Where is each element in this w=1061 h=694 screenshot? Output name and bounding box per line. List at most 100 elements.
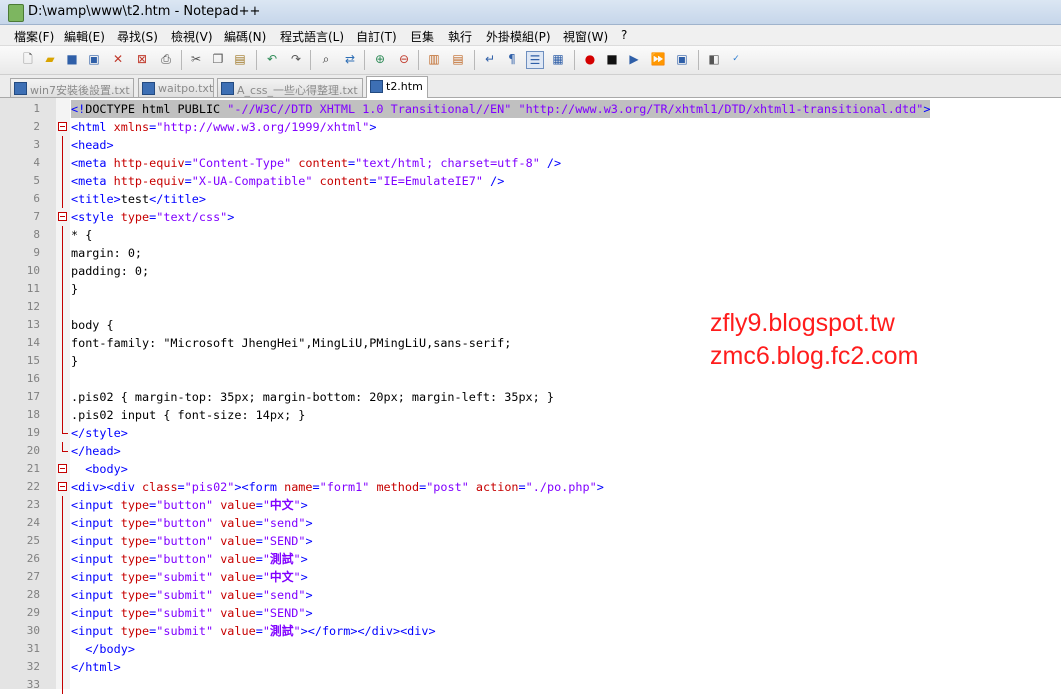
code-token: value [220,570,256,584]
word-wrap-icon[interactable]: ↵ [482,51,498,67]
code-token: content [298,156,349,170]
copy-icon[interactable]: ❐ [210,51,226,67]
code-line[interactable]: 32 </html> [0,658,1061,676]
code-token: = [177,480,185,494]
save-macro-icon[interactable]: ▣ [674,51,690,67]
code-line[interactable]: 11} [0,280,1061,298]
code-token: "send" [262,516,306,530]
code-token: name [284,480,313,494]
code-line[interactable]: 9 margin: 0; [0,244,1061,262]
sync-horizontal-icon[interactable]: ▤ [450,51,466,67]
code-line[interactable]: 5 <meta http-equiv="X-UA-Compatible" cont… [0,172,1061,190]
user-lang-icon[interactable]: ▦ [550,51,566,67]
play-macro-icon[interactable]: ▶ [626,51,642,67]
fold-guide [62,514,63,532]
editor-pane[interactable]: 1 <!DOCTYPE html PUBLIC "-//W3C//DTD XHTM… [0,98,1061,694]
code-line[interactable]: 6 <title>test</title> [0,190,1061,208]
code-line[interactable]: 7 <style type="text/css"> [0,208,1061,226]
fold-toggle[interactable] [58,464,67,473]
menu-run[interactable]: 執行 [448,28,472,45]
menu-settings[interactable]: 自訂(T) [356,28,397,45]
code-line[interactable]: 21 <body> [0,460,1061,478]
code-line[interactable]: 26 <input type="button" value="測試"> [0,550,1061,568]
tab-css-notes[interactable]: A_css_一些心得整理.txt [217,78,363,97]
code-line[interactable]: 19 </style> [0,424,1061,442]
menu-macro[interactable]: 巨集 [410,28,434,45]
code-line[interactable]: 25 <input type="button" value="SEND"> [0,532,1061,550]
open-file-icon[interactable]: ▰ [42,51,58,67]
menu-plugins[interactable]: 外掛模組(P) [486,28,551,45]
code-line[interactable]: 2 <html xmlns="http://www.w3.org/1999/xht… [0,118,1061,136]
code-token: font-family: "Microsoft JhengHei",MingLi… [71,336,512,350]
find-icon[interactable]: ⌕ [318,51,334,67]
cut-icon[interactable]: ✂ [188,51,204,67]
code-line[interactable]: 16 [0,370,1061,388]
indent-guide-icon[interactable]: ☰ [526,51,544,69]
code-line[interactable]: 24 <input type="button" value="send"> [0,514,1061,532]
record-macro-icon[interactable]: ● [582,51,598,67]
code-line[interactable]: 4 <meta http-equiv="Content-Type" content… [0,154,1061,172]
code-line[interactable]: 30 <input type="submit" value="測試"></form… [0,622,1061,640]
zoom-in-icon[interactable]: ⊕ [372,51,388,67]
zoom-out-icon[interactable]: ⊖ [396,51,412,67]
code-line[interactable]: 29 <input type="submit" value="SEND"> [0,604,1061,622]
code-token: " [262,498,270,512]
stop-macro-icon[interactable]: ■ [604,51,620,67]
fold-toggle[interactable] [58,212,67,221]
print-icon[interactable]: ⎙ [158,51,174,67]
redo-icon[interactable]: ↷ [288,51,304,67]
code-token: <! [71,102,86,116]
code-line[interactable]: 3 <head> [0,136,1061,154]
tab-waitpo[interactable]: waitpo.txt [138,78,214,97]
close-icon[interactable]: ✕ [110,51,126,67]
code-line[interactable]: 28 <input type="submit" value="send"> [0,586,1061,604]
fold-guide [62,496,63,514]
tab-win7-setup[interactable]: win7安裝後設置.txt [10,78,134,97]
launch-browser-icon[interactable]: ◧ [706,51,722,67]
fold-toggle[interactable] [58,122,67,131]
paste-icon[interactable]: ▤ [232,51,248,67]
code-text: <body> [71,460,128,478]
menu-window[interactable]: 視窗(W) [563,28,608,45]
tab-t2-htm[interactable]: t2.htm [366,76,428,98]
code-line[interactable]: 22 <div><div class="pis02"><form name="fo… [0,478,1061,496]
line-number: 30 [26,624,40,637]
fold-guide [62,136,63,154]
menu-language[interactable]: 程式語言(L) [280,28,344,45]
new-file-icon[interactable]: 🗋 [20,51,36,67]
code-text: </body> [71,640,135,658]
code-line[interactable]: 27 <input type="submit" value="中文"> [0,568,1061,586]
save-icon[interactable]: ■ [64,51,80,67]
menu-edit[interactable]: 編輯(E) [64,28,105,45]
run-macro-multiple-icon[interactable]: ⏩ [650,51,666,67]
menu-file[interactable]: 檔案(F) [14,28,54,45]
menu-search[interactable]: 尋找(S) [117,28,158,45]
code-token: type [120,606,150,620]
line-number: 11 [26,282,40,295]
spell-check-icon[interactable]: ✓ [728,51,744,67]
menu-encoding[interactable]: 編碼(N) [224,28,266,45]
menu-help[interactable]: ? [621,28,627,42]
show-all-chars-icon[interactable]: ¶ [504,51,520,67]
code-line[interactable]: 13 body { [0,316,1061,334]
fold-toggle[interactable] [58,482,67,491]
code-line[interactable]: 12 [0,298,1061,316]
code-line[interactable]: 20 </head> [0,442,1061,460]
save-all-icon[interactable]: ▣ [86,51,102,67]
code-line[interactable]: 1 <!DOCTYPE html PUBLIC "-//W3C//DTD XHTM… [0,100,1061,118]
code-line[interactable]: 18 .pis02 input { font-size: 14px; } [0,406,1061,424]
code-line[interactable]: 31 </body> [0,640,1061,658]
code-line[interactable]: 23 <input type="button" value="中文"> [0,496,1061,514]
code-line[interactable]: 17 .pis02 { margin-top: 35px; margin-bott… [0,388,1061,406]
line-number: 19 [26,426,40,439]
menu-view[interactable]: 檢視(V) [171,28,213,45]
code-line[interactable]: 8 * { [0,226,1061,244]
sync-vertical-icon[interactable]: ▥ [426,51,442,67]
code-line[interactable]: 33 [0,676,1061,694]
replace-icon[interactable]: ⇄ [342,51,358,67]
undo-icon[interactable]: ↶ [264,51,280,67]
close-all-icon[interactable]: ⊠ [134,51,150,67]
code-token: <style [71,210,121,224]
code-line[interactable]: 10 padding: 0; [0,262,1061,280]
code-token: = [255,570,263,584]
